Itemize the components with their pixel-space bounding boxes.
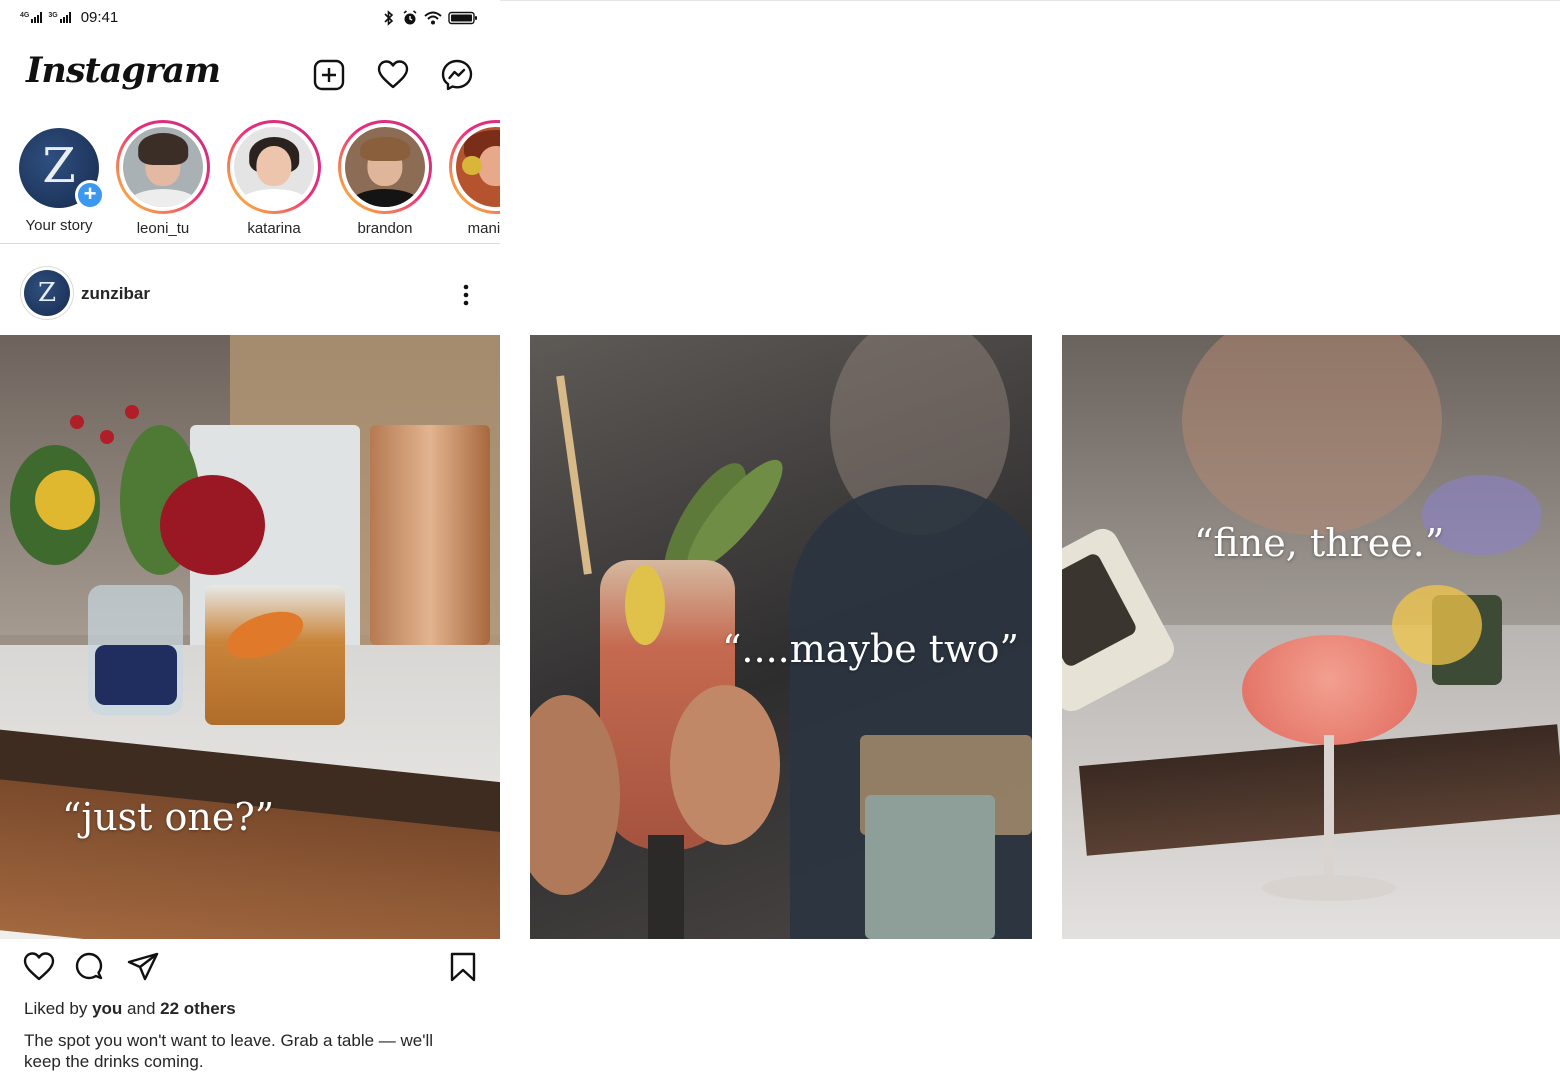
story-manisha[interactable]: manisha: [441, 120, 500, 237]
post-header: Z zunzibar: [0, 262, 500, 326]
own-avatar: Z +: [19, 128, 105, 210]
avatar: [123, 127, 203, 207]
story-ring: [116, 120, 210, 214]
instagram-logo[interactable]: Instagram: [26, 50, 221, 91]
signal-3g-icon: 3G: [48, 12, 71, 23]
story-ring: [338, 120, 432, 214]
story-ring: [227, 120, 321, 214]
stories-tray: Z + Your story leoni_tu katarina brandon: [0, 118, 500, 244]
slide-quote: “fine, three.”: [1194, 521, 1445, 565]
post-actions: [0, 946, 500, 990]
more-options-icon[interactable]: [456, 282, 476, 308]
heart-icon[interactable]: [376, 58, 410, 92]
post-image-3[interactable]: “fine, three.”: [1062, 335, 1560, 939]
bookmark-icon[interactable]: [446, 950, 480, 984]
new-post-icon[interactable]: [312, 58, 346, 92]
story-katarina[interactable]: katarina: [219, 120, 329, 237]
story-brandon[interactable]: brandon: [330, 120, 440, 237]
story-leoni-tu[interactable]: leoni_tu: [108, 120, 218, 237]
status-bar: 4G 3G 09:41: [0, 0, 500, 36]
post-caption: The spot you won't want to leave. Grab a…: [24, 1031, 434, 1071]
likes-prefix: Liked by: [24, 999, 88, 1018]
network-type-2: 3G: [48, 12, 58, 19]
avatar: [345, 127, 425, 207]
story-label: Your story: [25, 217, 93, 234]
likes-summary[interactable]: Liked by you and 22 others: [24, 999, 236, 1019]
post-image-2[interactable]: “....maybe two”: [530, 335, 1032, 939]
bluetooth-icon: [384, 10, 394, 26]
post-avatar[interactable]: Z: [20, 266, 74, 320]
status-left: 4G 3G 09:41: [20, 9, 118, 26]
share-icon[interactable]: [126, 950, 160, 984]
signal-4g-icon: 4G: [20, 12, 43, 23]
messenger-icon[interactable]: [440, 58, 474, 92]
story-ring: [449, 120, 500, 214]
app-header: Instagram: [0, 36, 500, 116]
wifi-icon: [424, 11, 442, 25]
story-label: manisha: [467, 220, 500, 237]
slide-quote: “just one?”: [62, 795, 275, 839]
post-username[interactable]: zunzibar: [81, 284, 150, 304]
avatar: [234, 127, 314, 207]
avatar-letter: Z: [37, 278, 57, 308]
slide-quote: “....maybe two”: [722, 627, 1019, 671]
like-heart-icon[interactable]: [22, 950, 56, 984]
likes-and: and: [127, 999, 156, 1018]
avatar: [456, 127, 500, 207]
add-story-icon[interactable]: +: [75, 180, 105, 210]
story-label: leoni_tu: [136, 220, 190, 237]
story-label: katarina: [247, 220, 301, 237]
clock-time: 09:41: [80, 9, 119, 26]
status-right: [382, 10, 478, 26]
comment-icon[interactable]: [72, 950, 106, 984]
likes-others[interactable]: 22 others: [160, 999, 236, 1018]
story-your-story[interactable]: Z + Your story: [4, 120, 114, 234]
battery-icon: [448, 11, 477, 25]
network-type-1: 4G: [20, 12, 30, 19]
story-label: brandon: [357, 220, 413, 237]
top-divider: [500, 0, 1560, 1]
likes-you[interactable]: you: [92, 999, 122, 1018]
post-image-1[interactable]: “just one?”: [0, 335, 500, 939]
alarm-icon: [403, 10, 417, 25]
